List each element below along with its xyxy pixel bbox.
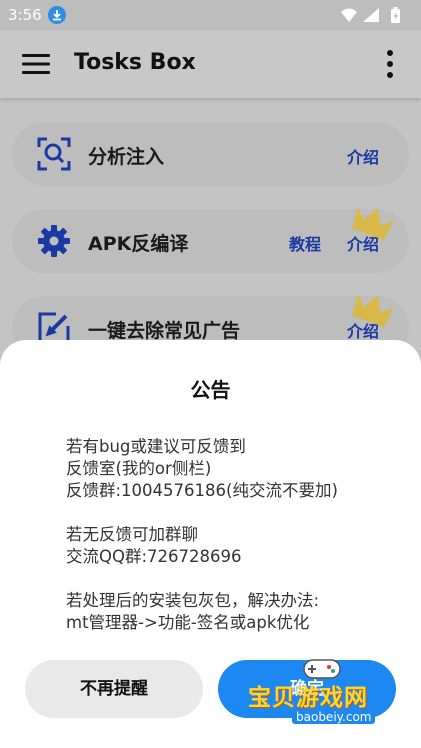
scan-search-icon [36, 136, 72, 172]
signal-icon [363, 8, 379, 22]
status-time: 3:56 [8, 6, 42, 24]
crown-icon [349, 288, 395, 334]
tutorial-link[interactable]: 教程 [289, 231, 321, 255]
watermark-text: 宝贝游戏网 [248, 685, 368, 711]
status-bar: 3:56 [0, 0, 421, 30]
notice-line: 若有bug或建议可反馈到 [66, 437, 246, 456]
notice-line: 反馈室(我的or侧栏) [66, 459, 212, 478]
announcement-text: 若有bug或建议可反馈到 反馈室(我的or侧栏) 反馈群:1004576186(… [66, 436, 386, 634]
dialog-title: 公告 [190, 378, 231, 402]
card-label: 一键去除常见广告 [88, 320, 241, 342]
card-analyze-inject[interactable]: 分析注入 介绍 [12, 122, 409, 186]
menu-icon[interactable] [20, 52, 52, 76]
watermark-url: baobeiy.com [292, 710, 376, 724]
app-title: Tosks Box [74, 50, 196, 75]
dont-remind-button[interactable]: 不再提醒 [25, 660, 203, 718]
notice-line: mt管理器->功能-签名或apk优化 [66, 613, 310, 632]
notice-line: 反馈群:1004576186(纯交流不要加) [66, 481, 338, 500]
site-watermark: 宝贝游戏网 baobeiy.com [240, 650, 410, 748]
more-vert-icon[interactable] [385, 48, 395, 80]
battery-icon [391, 7, 400, 23]
notice-line: 若无反馈可加群聊 [66, 525, 198, 544]
wifi-icon [341, 8, 357, 22]
app-bar: Tosks Box [0, 30, 421, 98]
download-icon [48, 6, 66, 24]
intro-link[interactable]: 介绍 [347, 144, 379, 168]
gear-icon [36, 223, 72, 259]
card-label: 分析注入 [88, 146, 165, 168]
notice-line: 若处理后的安装包灰包，解决办法: [66, 591, 320, 610]
crown-icon [349, 201, 395, 247]
notice-line: 交流QQ群:726728696 [66, 547, 242, 566]
card-label: APK反编译 [88, 233, 189, 255]
card-apk-decompile[interactable]: APK反编译 教程 介绍 [12, 207, 409, 273]
status-icons [339, 6, 411, 24]
